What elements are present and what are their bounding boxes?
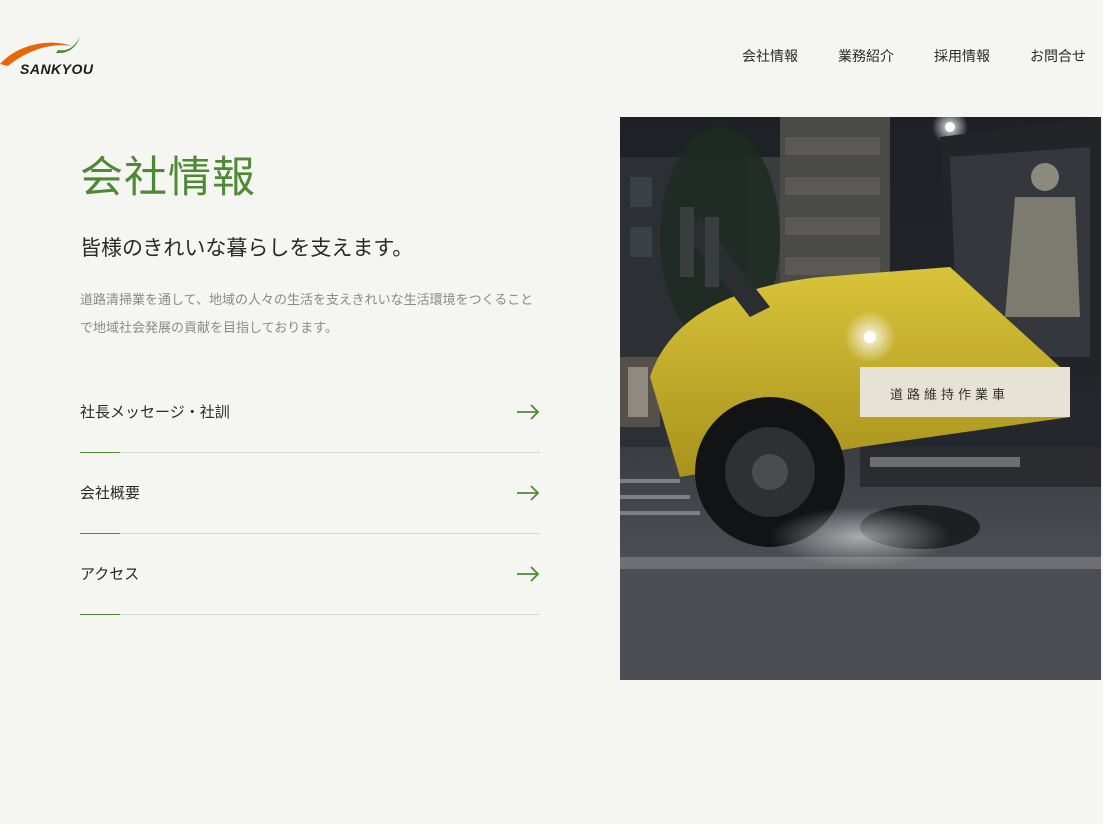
link-president-message[interactable]: 社長メッセージ・社訓 [80,372,540,453]
logo-wordmark: SANKYOU [20,61,94,77]
link-company-overview[interactable]: 会社概要 [80,453,540,534]
arrow-right-icon [517,404,540,420]
main-navigation: 会社情報 業務紹介 採用情報 お問合せ [742,47,1086,67]
section-links: 社長メッセージ・社訓 会社概要 アクセス [80,372,540,615]
arrow-right-icon [517,566,540,582]
nav-item-services[interactable]: 業務紹介 [838,47,894,67]
link-accent-line [80,614,120,615]
vehicle-side-text: 道路維持作業車 [890,387,1009,403]
nav-item-contact[interactable]: お問合せ [1030,47,1086,67]
link-label: 社長メッセージ・社訓 [80,403,230,421]
link-label: 会社概要 [80,484,141,502]
page-description: 道路清掃業を通して、地域の人々の生活を支えきれいな生活環境をつくることで地域社会… [80,293,534,336]
link-label: アクセス [80,565,140,583]
street-sweeper-illustration: 道路維持作業車 [620,117,1101,680]
nav-item-company-info[interactable]: 会社情報 [742,47,798,67]
page-title: 会社情報 [80,153,256,203]
nav-item-recruitment[interactable]: 採用情報 [934,47,990,67]
company-logo[interactable]: SANKYOU [0,34,110,82]
arrow-right-icon [517,485,540,501]
link-access[interactable]: アクセス [80,534,540,615]
road-sweeper-photo: 道路維持作業車 [620,117,1101,680]
page-subtitle: 皆様のきれいな暮らしを支えます。 [80,236,414,260]
